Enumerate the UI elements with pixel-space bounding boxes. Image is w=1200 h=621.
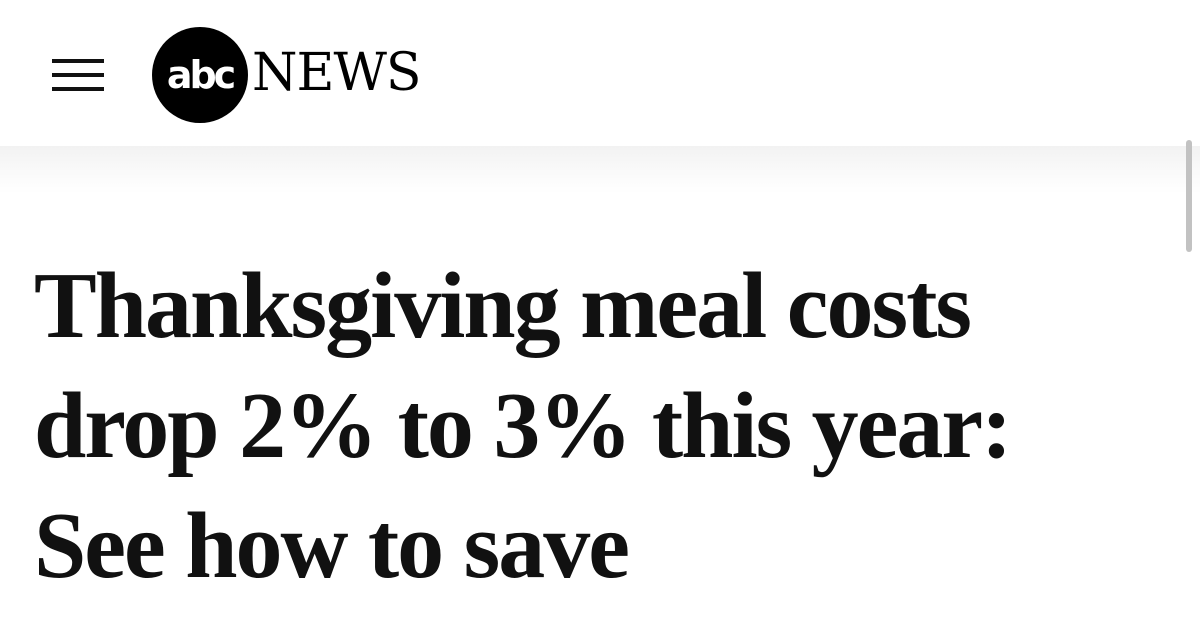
site-header: abc NEWS (0, 0, 1200, 146)
menu-bar (52, 87, 104, 91)
abc-news-logo[interactable]: abc NEWS (152, 27, 422, 123)
header-shadow (0, 146, 1200, 194)
article-headline: Thanksgiving meal costs drop 2% to 3% th… (34, 246, 1174, 606)
hamburger-menu-icon[interactable] (52, 56, 110, 96)
article-page: abc NEWS Thanksgiving meal costs drop 2%… (0, 0, 1200, 621)
page-scrollbar[interactable] (1186, 140, 1192, 252)
abc-logo-text: abc (166, 53, 236, 97)
abc-logo-circle: abc (152, 27, 248, 123)
menu-bar (52, 73, 104, 77)
headline-line: Thanksgiving meal costs (34, 254, 972, 358)
headline-line: See how to save (34, 494, 630, 598)
news-wordmark: NEWS (252, 43, 422, 103)
menu-bar (52, 59, 104, 63)
headline-line: drop 2% to 3% this year: (34, 374, 1012, 478)
